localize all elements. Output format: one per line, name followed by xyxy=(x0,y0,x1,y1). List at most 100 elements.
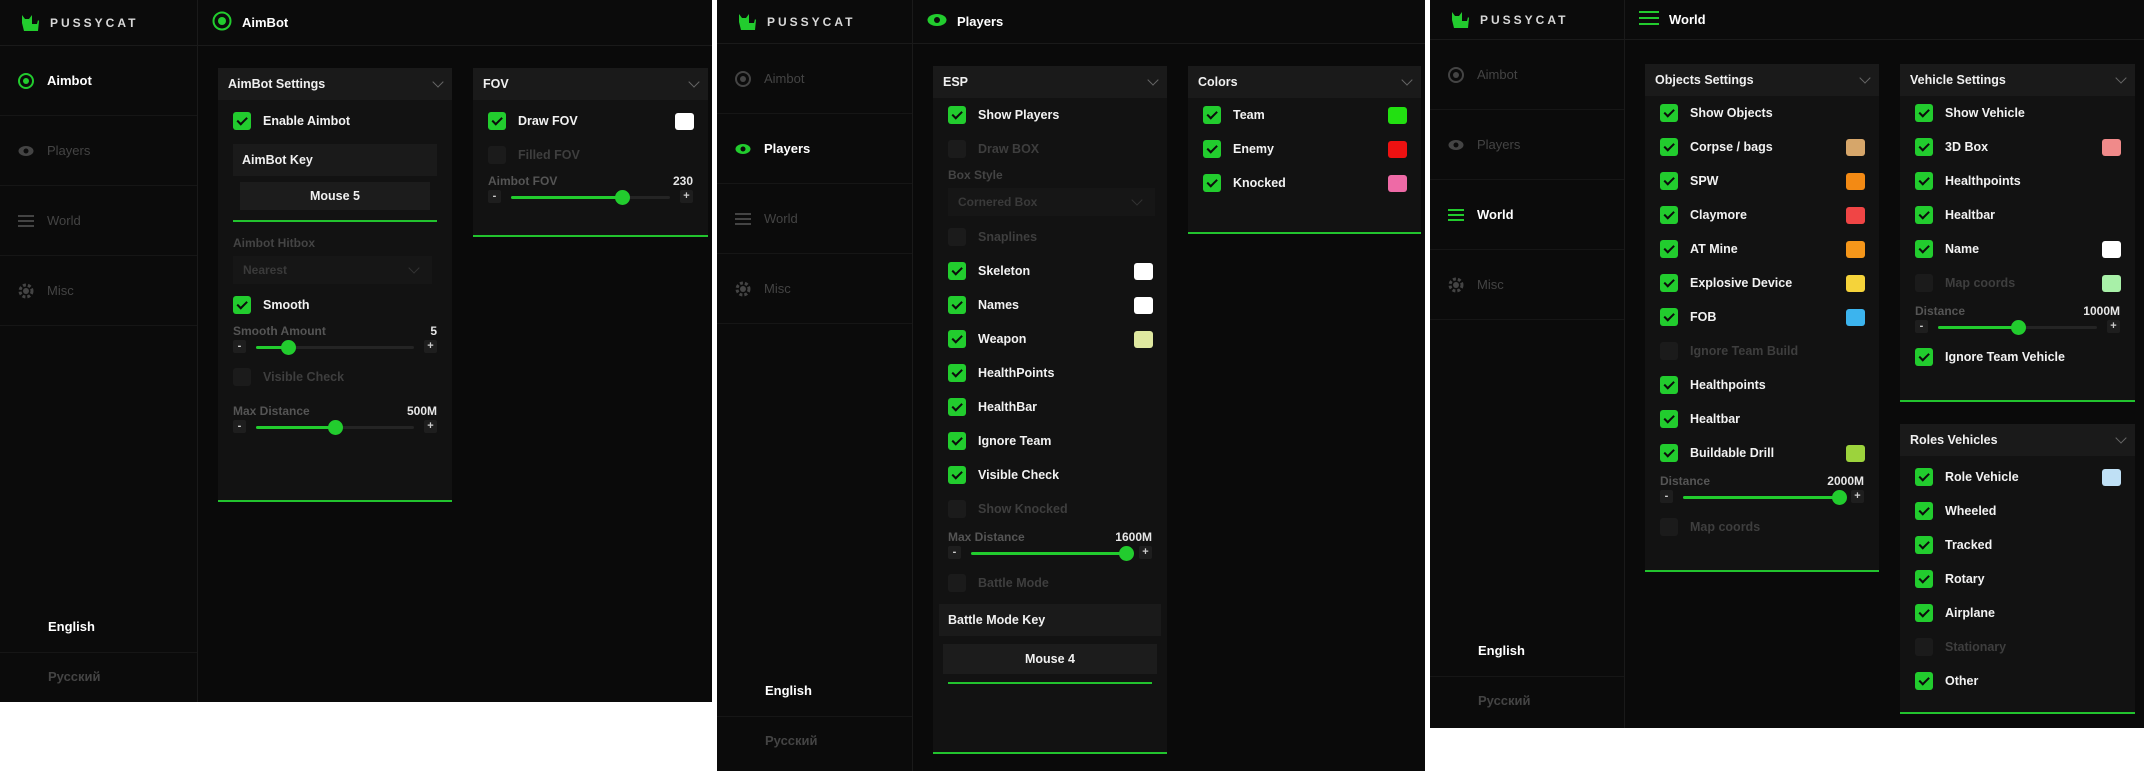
rotary-checkbox[interactable]: Rotary xyxy=(1900,562,2135,596)
smooth-checkbox[interactable]: Smooth xyxy=(218,288,452,322)
increment-button[interactable]: + xyxy=(680,190,693,203)
color-swatch[interactable] xyxy=(1846,444,1865,462)
color-swatch[interactable] xyxy=(1134,330,1153,348)
visible-check-checkbox[interactable]: Visible Check xyxy=(218,360,452,394)
panel-header[interactable]: Colors xyxy=(1188,66,1421,98)
checkbox[interactable] xyxy=(948,466,966,484)
healthpoints-checkbox[interactable]: Healthpoints xyxy=(1645,368,1879,402)
checkbox[interactable] xyxy=(1660,138,1678,156)
color-swatch[interactable] xyxy=(675,112,694,130)
panel-header[interactable]: ESP xyxy=(933,66,1167,98)
slider-track[interactable] xyxy=(1938,320,2097,335)
names-checkbox[interactable]: Names xyxy=(933,288,1167,322)
filled-fov-checkbox[interactable]: Filled FOV xyxy=(473,138,708,172)
healthpoints-checkbox[interactable]: HealthPoints xyxy=(933,356,1167,390)
aimbot-key-button[interactable]: Mouse 5 xyxy=(240,182,430,210)
checkbox[interactable] xyxy=(1915,172,1933,190)
sidebar-item-misc[interactable]: Misc xyxy=(0,256,197,326)
slider-handle[interactable] xyxy=(2010,320,2026,335)
checkbox[interactable] xyxy=(1915,104,1933,122)
increment-button[interactable]: + xyxy=(2107,320,2120,333)
aimbot-fov-slider[interactable]: Aimbot FOV 230 - + xyxy=(473,172,708,210)
draw-box-checkbox[interactable]: Draw BOX xyxy=(933,132,1167,166)
decrement-button[interactable]: - xyxy=(1660,490,1673,503)
distance-slider[interactable]: Distance 2000M - + xyxy=(1645,472,1879,510)
checkbox[interactable] xyxy=(1203,106,1221,124)
checkbox[interactable] xyxy=(233,296,251,314)
color-swatch[interactable] xyxy=(2102,468,2121,486)
slider-handle[interactable] xyxy=(328,420,343,435)
3d-box-checkbox[interactable]: 3D Box xyxy=(1900,130,2135,164)
snaplines-checkbox[interactable]: Snaplines xyxy=(933,220,1167,254)
slider-handle[interactable] xyxy=(280,340,296,355)
sidebar-item-players[interactable]: Players xyxy=(717,114,912,184)
increment-button[interactable]: + xyxy=(1851,490,1864,503)
panel-header[interactable]: Roles Vehicles xyxy=(1900,424,2135,456)
spw-checkbox[interactable]: SPW xyxy=(1645,164,1879,198)
max-distance-slider[interactable]: Max Distance 1600M - + xyxy=(933,528,1167,566)
color-swatch[interactable] xyxy=(1846,138,1865,156)
skeleton-checkbox[interactable]: Skeleton xyxy=(933,254,1167,288)
enable-aimbot-checkbox[interactable]: Enable Aimbot xyxy=(218,104,452,138)
claymore-checkbox[interactable]: Claymore xyxy=(1645,198,1879,232)
checkbox[interactable] xyxy=(1915,240,1933,258)
corpse-bags-checkbox[interactable]: Corpse / bags xyxy=(1645,130,1879,164)
increment-button[interactable]: + xyxy=(424,420,437,433)
airplane-checkbox[interactable]: Airplane xyxy=(1900,596,2135,630)
checkbox[interactable] xyxy=(1915,274,1933,292)
decrement-button[interactable]: - xyxy=(1915,320,1928,333)
healtbar-checkbox[interactable]: Healtbar xyxy=(1645,402,1879,436)
other-checkbox[interactable]: Other xyxy=(1900,664,2135,698)
checkbox[interactable] xyxy=(1660,172,1678,190)
checkbox[interactable] xyxy=(1915,672,1933,690)
checkbox[interactable] xyxy=(1915,468,1933,486)
tracked-checkbox[interactable]: Tracked xyxy=(1900,528,2135,562)
sidebar-item-misc[interactable]: Misc xyxy=(717,254,912,324)
checkbox[interactable] xyxy=(488,146,506,164)
at-mine-checkbox[interactable]: AT Mine xyxy=(1645,232,1879,266)
battle-mode-key-button[interactable]: Mouse 4 xyxy=(943,644,1157,674)
smooth-amount-slider[interactable]: Smooth Amount 5 - + xyxy=(218,322,452,360)
checkbox[interactable] xyxy=(1660,518,1678,536)
language-russian[interactable]: Русский xyxy=(0,652,197,700)
stationary-checkbox[interactable]: Stationary xyxy=(1900,630,2135,664)
slider-track[interactable] xyxy=(256,340,414,355)
increment-button[interactable]: + xyxy=(424,340,437,353)
hitbox-select[interactable]: Nearest xyxy=(233,256,432,284)
ignore-team-build-checkbox[interactable]: Ignore Team Build xyxy=(1645,334,1879,368)
map-coords-checkbox[interactable]: Map coords xyxy=(1900,266,2135,300)
checkbox[interactable] xyxy=(948,228,966,246)
language-russian[interactable]: Русский xyxy=(717,716,912,764)
name-checkbox[interactable]: Name xyxy=(1900,232,2135,266)
show-players-checkbox[interactable]: Show Players xyxy=(933,98,1167,132)
checkbox[interactable] xyxy=(1660,376,1678,394)
sidebar-item-aimbot[interactable]: Aimbot xyxy=(717,44,912,114)
checkbox[interactable] xyxy=(1915,502,1933,520)
increment-button[interactable]: + xyxy=(1139,546,1152,559)
color-swatch[interactable] xyxy=(2102,274,2121,292)
color-swatch[interactable] xyxy=(1388,106,1407,124)
panel-header[interactable]: Vehicle Settings xyxy=(1900,64,2135,96)
buildable-drill-checkbox[interactable]: Buildable Drill xyxy=(1645,436,1879,470)
checkbox[interactable] xyxy=(948,574,966,592)
checkbox[interactable] xyxy=(948,140,966,158)
language-russian[interactable]: Русский xyxy=(1430,676,1624,724)
decrement-button[interactable]: - xyxy=(233,420,246,433)
healthbar-checkbox[interactable]: HealthBar xyxy=(933,390,1167,424)
slider-track[interactable] xyxy=(1683,490,1848,505)
checkbox[interactable] xyxy=(1660,274,1678,292)
weapon-checkbox[interactable]: Weapon xyxy=(933,322,1167,356)
slider-handle[interactable] xyxy=(1832,490,1848,505)
color-swatch[interactable] xyxy=(1388,174,1407,192)
language-english[interactable]: English xyxy=(717,666,912,714)
color-swatch[interactable] xyxy=(1846,308,1865,326)
decrement-button[interactable]: - xyxy=(948,546,961,559)
knocked-color-row[interactable]: Knocked xyxy=(1188,166,1421,200)
checkbox[interactable] xyxy=(1915,570,1933,588)
color-swatch[interactable] xyxy=(1846,172,1865,190)
checkbox[interactable] xyxy=(948,364,966,382)
visible-check-checkbox[interactable]: Visible Check xyxy=(933,458,1167,492)
panel-header[interactable]: FOV xyxy=(473,68,708,100)
color-swatch[interactable] xyxy=(2102,240,2121,258)
checkbox[interactable] xyxy=(948,296,966,314)
